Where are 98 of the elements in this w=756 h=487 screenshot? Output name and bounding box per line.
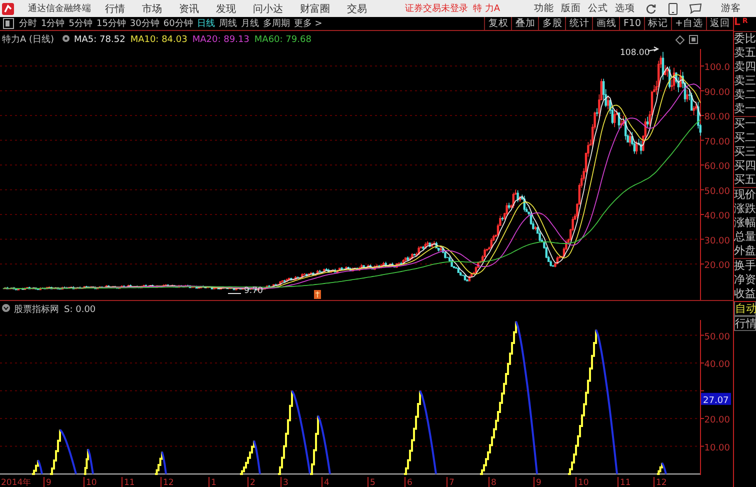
- ma-value-label: MA60: 79.68: [254, 35, 312, 45]
- axis-label: 50.00: [704, 186, 730, 197]
- quote-label: 卖四: [734, 60, 756, 74]
- panel-button[interactable]: 自动: [734, 301, 756, 316]
- indicator-title: 股票指标网: [14, 305, 59, 315]
- period-tab[interactable]: 月线: [240, 17, 259, 30]
- message-icon[interactable]: [689, 3, 702, 14]
- app-title: 通达信金融终端: [28, 2, 91, 15]
- quote-label: 买三: [734, 145, 756, 159]
- layout-icon[interactable]: [689, 35, 698, 44]
- period-tab[interactable]: 1分钟: [41, 17, 65, 30]
- axis-label: 12: [163, 478, 174, 487]
- axis-label: 11: [620, 478, 631, 487]
- axis-label: 7: [449, 478, 454, 487]
- axis-label: 60.00: [704, 162, 730, 172]
- axis-label: 10.00: [704, 443, 730, 454]
- period-tab[interactable]: 60分钟: [163, 17, 193, 30]
- axis-label: 70.00: [704, 137, 730, 148]
- menu-item[interactable]: 资讯: [179, 2, 199, 16]
- high-price-label: 108.00: [620, 48, 650, 58]
- quote-label: 委比: [734, 32, 756, 46]
- axis-label: 50.00: [704, 332, 730, 342]
- axis-label: 12: [656, 478, 667, 487]
- quote-label: 买二: [734, 131, 756, 145]
- leader-line: [648, 46, 660, 52]
- level-label: L: [734, 17, 740, 28]
- quote-label: 卖三: [734, 74, 756, 88]
- period-tab[interactable]: 周线: [218, 17, 237, 30]
- menu-item[interactable]: 发现: [216, 2, 236, 16]
- quote-label: 总量: [734, 230, 756, 244]
- quote-label: 涨跌: [734, 202, 756, 216]
- quote-label: 净资: [734, 273, 756, 287]
- quote-label: 现价: [734, 188, 756, 202]
- diamond-icon[interactable]: [675, 35, 685, 45]
- axis-label: 11: [124, 478, 135, 487]
- menu-item[interactable]: 版面: [561, 2, 582, 15]
- axis-label: 6: [407, 478, 412, 487]
- quote-label: 涨幅: [734, 216, 756, 230]
- refresh-icon[interactable]: [645, 2, 658, 14]
- axis-label: 80.00: [704, 112, 730, 122]
- quote-label: 卖一: [734, 102, 756, 116]
- axis-label: 90.00: [704, 88, 730, 98]
- logo-icon: [2, 2, 14, 14]
- user-name[interactable]: 游客: [721, 2, 742, 15]
- axis-label: 4: [324, 478, 330, 487]
- menu-item[interactable]: 财富圈: [300, 2, 330, 16]
- quote-label: 外盘: [734, 244, 756, 258]
- axis-label: 9: [536, 478, 542, 487]
- event-marker-icon[interactable]: [314, 290, 321, 299]
- leader-line: [228, 293, 242, 294]
- axis-label: 100.0: [704, 63, 730, 73]
- period-tab[interactable]: 更多 >: [294, 17, 322, 30]
- axis-label: 1: [211, 478, 216, 487]
- menu-item[interactable]: 公式: [588, 2, 608, 15]
- axis-label: 10: [86, 478, 97, 487]
- axis-label: 2014年: [1, 478, 32, 487]
- stock-name: 特 力A: [473, 2, 500, 15]
- quote-label: 换手: [734, 259, 756, 273]
- quote-label: 买一: [734, 117, 756, 131]
- period-tab[interactable]: 15分钟: [96, 17, 126, 30]
- menu-item[interactable]: 市场: [142, 2, 162, 16]
- quote-label: 买五: [734, 173, 756, 187]
- panel-toggle-icon[interactable]: [3, 18, 14, 29]
- ma-value-label: MA10: 84.03: [130, 35, 188, 45]
- axis-label: 40.00: [704, 360, 730, 370]
- period-tab[interactable]: 30分钟: [130, 17, 160, 30]
- menu-item[interactable]: 功能: [534, 2, 554, 15]
- login-status[interactable]: 证券交易未登录: [405, 2, 468, 15]
- period-tab[interactable]: 日线: [196, 17, 215, 30]
- settings-icon[interactable]: [62, 35, 70, 42]
- axis-label: 2: [250, 478, 256, 487]
- axis-label: 30.00: [704, 236, 730, 246]
- chart-title: 特力A (日线): [2, 35, 54, 45]
- period-tab[interactable]: 多周期: [262, 17, 290, 30]
- current-value-tag: 27.07: [701, 392, 731, 406]
- ma-value-label: MA5: 78.52: [74, 35, 126, 45]
- axis-label: 8: [491, 478, 496, 487]
- axis-label: 20.00: [704, 416, 730, 426]
- quote-label: 卖五: [734, 46, 756, 60]
- menu-item[interactable]: 行情: [105, 2, 125, 16]
- axis-label: 40.00: [704, 212, 730, 222]
- period-tab[interactable]: 分时: [19, 17, 37, 30]
- period-tab[interactable]: 5分钟: [68, 17, 92, 30]
- axis-label: 5: [370, 478, 376, 487]
- axis-label: 20.00: [704, 261, 730, 271]
- collapse-icon[interactable]: [2, 304, 10, 312]
- phone-icon[interactable]: [668, 2, 678, 14]
- quote-label: 卖二: [734, 88, 756, 102]
- quote-label: 买四: [734, 159, 756, 173]
- menu-item[interactable]: 选项: [615, 2, 636, 15]
- axis-label: 9: [46, 478, 52, 487]
- axis-label: 3: [283, 478, 288, 487]
- ma-value-label: MA20: 89.13: [192, 35, 250, 45]
- menu-item[interactable]: 交易: [347, 2, 367, 16]
- menu-item[interactable]: 问小达: [253, 2, 283, 16]
- indicator-value: S: 0.00: [64, 305, 96, 315]
- quote-label: 收益: [734, 287, 756, 301]
- axis-label: 10: [578, 478, 589, 487]
